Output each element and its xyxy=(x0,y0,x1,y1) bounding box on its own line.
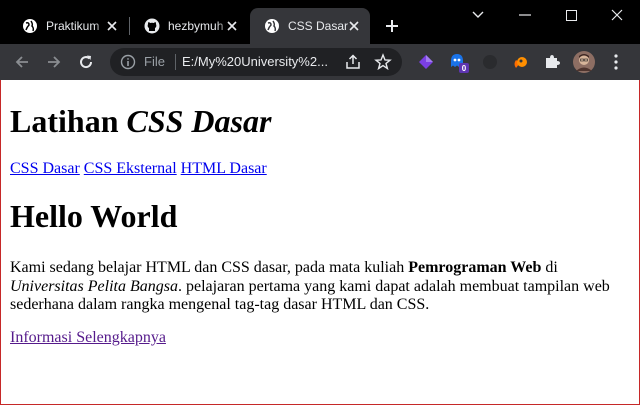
close-icon[interactable] xyxy=(224,18,240,34)
window-close-icon[interactable] xyxy=(594,0,640,30)
kebab-menu-icon[interactable] xyxy=(604,50,628,74)
share-icon[interactable] xyxy=(344,53,362,71)
forward-arrow-icon[interactable] xyxy=(42,50,66,74)
address-url[interactable]: E:/My%20University%2... xyxy=(182,54,342,70)
minimize-icon[interactable] xyxy=(502,0,548,30)
ghost-badge-icon[interactable]: 0 xyxy=(446,50,470,74)
para-italic: Universitas Pelita Bangsa xyxy=(10,277,178,295)
hello-heading: Hello World xyxy=(10,198,178,234)
tab-label: hezbymuh xyxy=(168,19,224,33)
para-text-1: Kami sedang belajar HTML dan CSS dasar, … xyxy=(10,259,409,276)
info-icon[interactable] xyxy=(120,54,136,70)
puzzle-icon[interactable] xyxy=(540,50,564,74)
title-plain: Latihan xyxy=(10,103,127,139)
back-arrow-icon[interactable] xyxy=(10,50,34,74)
address-bar[interactable]: File E:/My%20University%2... xyxy=(110,48,402,76)
profile-avatar-icon[interactable] xyxy=(572,50,596,74)
more-info-link[interactable]: Informasi Selengkapnya xyxy=(10,329,166,347)
page-title: Latihan CSS Dasar xyxy=(10,103,271,139)
link-css-dasar[interactable]: CSS Dasar xyxy=(10,160,80,177)
purple-gem-icon[interactable] xyxy=(414,50,438,74)
tab-github[interactable]: hezbymuh xyxy=(130,8,248,44)
intro-paragraph: Kami sedang belajar HTML dan CSS dasar, … xyxy=(10,259,632,315)
globe-icon xyxy=(22,18,38,34)
extension-badge: 0 xyxy=(462,64,467,73)
page-viewport: Latihan CSS Dasar CSS Dasar CSS Eksterna… xyxy=(0,80,640,405)
scheme-label: File xyxy=(144,54,165,69)
orange-extension-icon[interactable] xyxy=(508,50,532,74)
address-divider xyxy=(175,54,176,70)
tab-praktikum[interactable]: Praktikum xyxy=(8,8,128,44)
close-icon[interactable] xyxy=(104,18,120,34)
tab-strip: Praktikum hezbymuh CSS Dasar xyxy=(0,0,640,44)
para-bold: Pemrograman Web xyxy=(408,259,542,276)
tab-css-dasar[interactable]: CSS Dasar xyxy=(250,8,370,44)
bookmark-star-icon[interactable] xyxy=(374,53,392,71)
link-css-eksternal[interactable]: CSS Eksternal xyxy=(84,160,177,177)
reload-icon[interactable] xyxy=(74,50,98,74)
title-italic: CSS Dasar xyxy=(126,103,272,139)
dark-extension-icon[interactable] xyxy=(478,50,502,74)
nav-links: CSS Dasar CSS Eksternal HTML Dasar xyxy=(10,160,267,178)
new-tab-button[interactable] xyxy=(380,14,404,38)
tab-search-chevron-down-icon[interactable] xyxy=(455,0,501,30)
close-icon[interactable] xyxy=(346,18,362,34)
github-icon xyxy=(144,18,160,34)
para-text-2: di xyxy=(541,259,558,276)
globe-icon xyxy=(264,18,280,34)
link-html-dasar[interactable]: HTML Dasar xyxy=(181,160,267,177)
maximize-icon[interactable] xyxy=(548,0,594,30)
tab-label: Praktikum xyxy=(46,19,100,33)
tab-label: CSS Dasar xyxy=(288,19,349,33)
